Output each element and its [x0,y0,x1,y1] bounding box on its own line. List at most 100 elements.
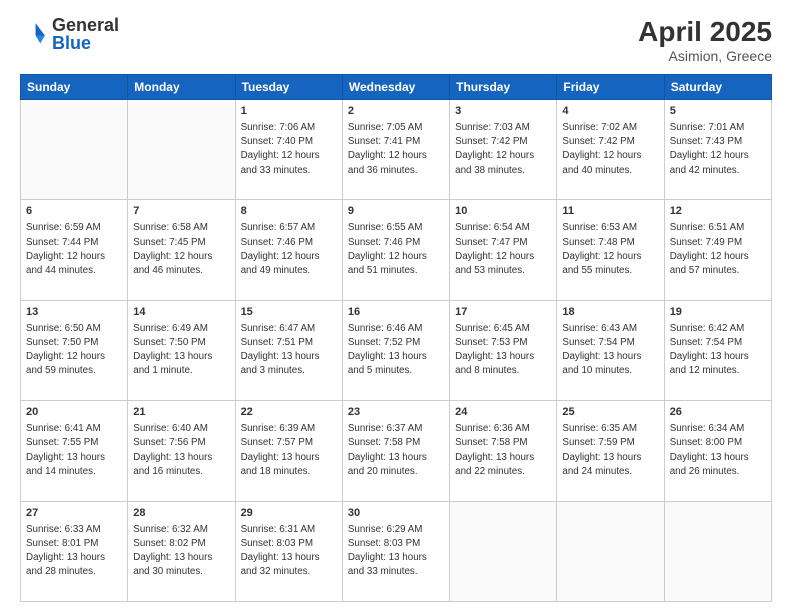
day-info: Sunrise: 6:42 AM Sunset: 7:54 PM Dayligh… [670,322,766,379]
day-number: 19 [670,305,766,321]
day-number: 7 [133,204,229,220]
calendar-day-cell: 9Sunrise: 6:55 AM Sunset: 7:46 PM Daylig… [342,200,449,300]
day-info: Sunrise: 6:47 AM Sunset: 7:51 PM Dayligh… [241,322,337,379]
day-info: Sunrise: 6:29 AM Sunset: 8:03 PM Dayligh… [348,523,444,580]
calendar-day-cell [128,100,235,200]
day-info: Sunrise: 7:06 AM Sunset: 7:40 PM Dayligh… [241,121,337,178]
day-number: 12 [670,204,766,220]
day-number: 1 [241,104,337,120]
calendar-day-cell: 14Sunrise: 6:49 AM Sunset: 7:50 PM Dayli… [128,300,235,400]
month-year: April 2025 [638,16,772,48]
calendar-day-cell: 25Sunrise: 6:35 AM Sunset: 7:59 PM Dayli… [557,401,664,501]
day-info: Sunrise: 6:41 AM Sunset: 7:55 PM Dayligh… [26,422,122,479]
day-number: 20 [26,405,122,421]
weekday-header: Tuesday [235,75,342,100]
day-number: 4 [562,104,658,120]
day-number: 23 [348,405,444,421]
calendar-day-cell: 20Sunrise: 6:41 AM Sunset: 7:55 PM Dayli… [21,401,128,501]
header: General Blue April 2025 Asimion, Greece [20,16,772,64]
day-number: 26 [670,405,766,421]
day-info: Sunrise: 6:39 AM Sunset: 7:57 PM Dayligh… [241,422,337,479]
calendar-day-cell: 2Sunrise: 7:05 AM Sunset: 7:41 PM Daylig… [342,100,449,200]
day-info: Sunrise: 6:37 AM Sunset: 7:58 PM Dayligh… [348,422,444,479]
day-number: 10 [455,204,551,220]
day-number: 3 [455,104,551,120]
calendar-day-cell: 17Sunrise: 6:45 AM Sunset: 7:53 PM Dayli… [450,300,557,400]
calendar-day-cell [450,501,557,601]
day-number: 2 [348,104,444,120]
day-number: 5 [670,104,766,120]
day-info: Sunrise: 6:57 AM Sunset: 7:46 PM Dayligh… [241,221,337,278]
weekday-header: Sunday [21,75,128,100]
calendar-table: SundayMondayTuesdayWednesdayThursdayFrid… [20,74,772,602]
day-number: 18 [562,305,658,321]
day-info: Sunrise: 6:50 AM Sunset: 7:50 PM Dayligh… [26,322,122,379]
weekday-header: Thursday [450,75,557,100]
calendar-day-cell: 29Sunrise: 6:31 AM Sunset: 8:03 PM Dayli… [235,501,342,601]
weekday-header: Saturday [664,75,771,100]
day-info: Sunrise: 6:40 AM Sunset: 7:56 PM Dayligh… [133,422,229,479]
day-info: Sunrise: 6:59 AM Sunset: 7:44 PM Dayligh… [26,221,122,278]
day-number: 29 [241,506,337,522]
calendar-day-cell: 8Sunrise: 6:57 AM Sunset: 7:46 PM Daylig… [235,200,342,300]
calendar-day-cell: 23Sunrise: 6:37 AM Sunset: 7:58 PM Dayli… [342,401,449,501]
calendar-day-cell: 27Sunrise: 6:33 AM Sunset: 8:01 PM Dayli… [21,501,128,601]
calendar-day-cell: 26Sunrise: 6:34 AM Sunset: 8:00 PM Dayli… [664,401,771,501]
calendar-day-cell: 5Sunrise: 7:01 AM Sunset: 7:43 PM Daylig… [664,100,771,200]
day-info: Sunrise: 6:33 AM Sunset: 8:01 PM Dayligh… [26,523,122,580]
day-info: Sunrise: 6:55 AM Sunset: 7:46 PM Dayligh… [348,221,444,278]
calendar-day-cell: 13Sunrise: 6:50 AM Sunset: 7:50 PM Dayli… [21,300,128,400]
day-info: Sunrise: 6:43 AM Sunset: 7:54 PM Dayligh… [562,322,658,379]
day-info: Sunrise: 6:35 AM Sunset: 7:59 PM Dayligh… [562,422,658,479]
calendar-day-cell: 1Sunrise: 7:06 AM Sunset: 7:40 PM Daylig… [235,100,342,200]
day-number: 15 [241,305,337,321]
calendar-day-cell: 6Sunrise: 6:59 AM Sunset: 7:44 PM Daylig… [21,200,128,300]
day-info: Sunrise: 6:34 AM Sunset: 8:00 PM Dayligh… [670,422,766,479]
day-info: Sunrise: 6:45 AM Sunset: 7:53 PM Dayligh… [455,322,551,379]
calendar-day-cell: 21Sunrise: 6:40 AM Sunset: 7:56 PM Dayli… [128,401,235,501]
logo: General Blue [20,16,119,52]
calendar-day-cell: 28Sunrise: 6:32 AM Sunset: 8:02 PM Dayli… [128,501,235,601]
weekday-header: Friday [557,75,664,100]
calendar-day-cell: 10Sunrise: 6:54 AM Sunset: 7:47 PM Dayli… [450,200,557,300]
day-number: 22 [241,405,337,421]
calendar-day-cell [664,501,771,601]
day-info: Sunrise: 6:54 AM Sunset: 7:47 PM Dayligh… [455,221,551,278]
calendar-day-cell [557,501,664,601]
calendar-day-cell [21,100,128,200]
day-number: 25 [562,405,658,421]
calendar-day-cell: 18Sunrise: 6:43 AM Sunset: 7:54 PM Dayli… [557,300,664,400]
day-number: 21 [133,405,229,421]
calendar-week-row: 20Sunrise: 6:41 AM Sunset: 7:55 PM Dayli… [21,401,772,501]
day-number: 8 [241,204,337,220]
calendar-week-row: 27Sunrise: 6:33 AM Sunset: 8:01 PM Dayli… [21,501,772,601]
logo-blue-text: Blue [52,33,91,53]
day-info: Sunrise: 6:31 AM Sunset: 8:03 PM Dayligh… [241,523,337,580]
calendar-day-cell: 24Sunrise: 6:36 AM Sunset: 7:58 PM Dayli… [450,401,557,501]
calendar-week-row: 1Sunrise: 7:06 AM Sunset: 7:40 PM Daylig… [21,100,772,200]
day-info: Sunrise: 6:32 AM Sunset: 8:02 PM Dayligh… [133,523,229,580]
weekday-header: Wednesday [342,75,449,100]
day-number: 14 [133,305,229,321]
day-number: 28 [133,506,229,522]
calendar-week-row: 6Sunrise: 6:59 AM Sunset: 7:44 PM Daylig… [21,200,772,300]
day-number: 30 [348,506,444,522]
title-block: April 2025 Asimion, Greece [638,16,772,64]
day-number: 24 [455,405,551,421]
day-number: 11 [562,204,658,220]
calendar-week-row: 13Sunrise: 6:50 AM Sunset: 7:50 PM Dayli… [21,300,772,400]
day-info: Sunrise: 6:53 AM Sunset: 7:48 PM Dayligh… [562,221,658,278]
day-info: Sunrise: 6:49 AM Sunset: 7:50 PM Dayligh… [133,322,229,379]
logo-icon [20,20,48,48]
day-info: Sunrise: 7:02 AM Sunset: 7:42 PM Dayligh… [562,121,658,178]
calendar-day-cell: 11Sunrise: 6:53 AM Sunset: 7:48 PM Dayli… [557,200,664,300]
day-number: 13 [26,305,122,321]
calendar-day-cell: 12Sunrise: 6:51 AM Sunset: 7:49 PM Dayli… [664,200,771,300]
calendar-day-cell: 22Sunrise: 6:39 AM Sunset: 7:57 PM Dayli… [235,401,342,501]
day-number: 17 [455,305,551,321]
day-info: Sunrise: 6:58 AM Sunset: 7:45 PM Dayligh… [133,221,229,278]
logo-general-text: General [52,15,119,35]
calendar-day-cell: 4Sunrise: 7:02 AM Sunset: 7:42 PM Daylig… [557,100,664,200]
calendar-day-cell: 19Sunrise: 6:42 AM Sunset: 7:54 PM Dayli… [664,300,771,400]
day-number: 9 [348,204,444,220]
